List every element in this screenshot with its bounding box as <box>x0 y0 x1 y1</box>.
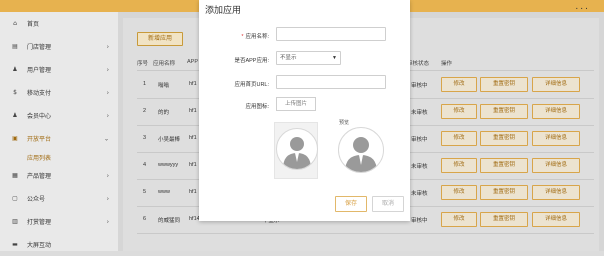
is-app-label: 是否APP应用: <box>234 58 269 64</box>
icon-upload-preview <box>274 122 318 179</box>
is-app-select[interactable]: 不显示 ▼ <box>276 51 341 65</box>
preview-label: 预览 <box>339 120 350 126</box>
modal-title: 添加应用 <box>205 5 242 15</box>
add-app-modal: 添加应用 * 应用名称: 是否APP应用: 不显示 ▼ 应用首页URL: 应用图标… <box>199 0 410 221</box>
preview-avatar-icon <box>338 127 384 173</box>
default-avatar-icon <box>276 128 318 170</box>
url-input[interactable] <box>276 75 386 89</box>
cancel-button[interactable]: 取消 <box>372 196 404 212</box>
app-name-input[interactable] <box>276 27 386 41</box>
dropdown-arrow-icon: ▼ <box>332 55 337 61</box>
app-name-label: * 应用名称: <box>241 34 269 40</box>
icon-label: 应用图标: <box>245 104 269 110</box>
upload-image-button[interactable]: 上传图片 <box>276 97 316 111</box>
is-app-selected-value: 不显示 <box>280 55 297 61</box>
required-mark: * <box>241 34 244 40</box>
save-button[interactable]: 保存 <box>335 196 367 212</box>
url-label: 应用首页URL: <box>234 82 269 88</box>
